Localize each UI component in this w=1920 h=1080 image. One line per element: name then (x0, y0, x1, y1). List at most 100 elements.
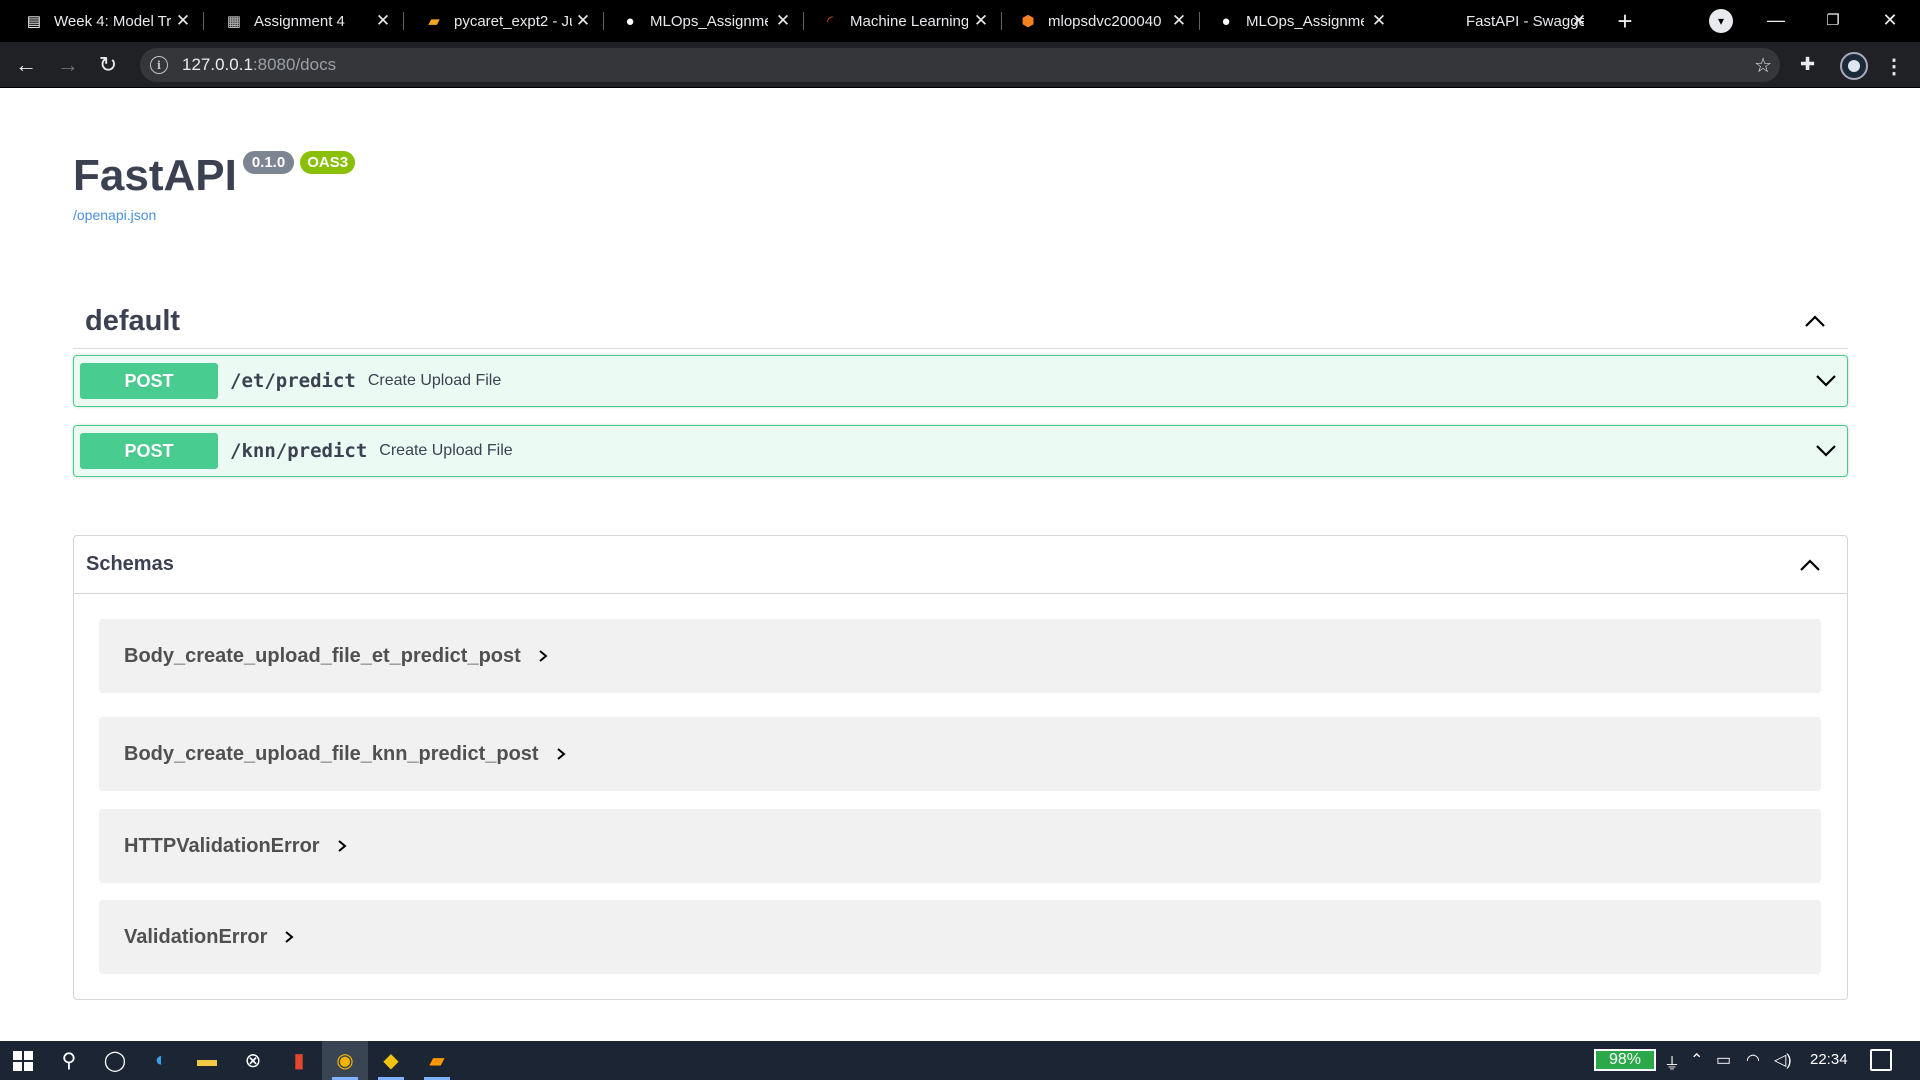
chevron-up-icon[interactable] (1802, 308, 1828, 334)
site-info-icon[interactable]: i (150, 56, 168, 74)
battery-indicator[interactable]: 98% (1594, 1049, 1656, 1071)
browser-tab[interactable]: ◜ Machine Learning ✕ (804, 0, 1002, 42)
browser-tab[interactable]: ⬢ mlopsdvc200040 ✕ (1002, 0, 1200, 42)
oas-badge: OAS3 (300, 151, 356, 174)
api-title: FastAPI (73, 151, 237, 200)
method-badge: POST (80, 433, 218, 469)
chevron-right-icon[interactable] (535, 648, 551, 664)
new-tab-button[interactable]: + (1610, 6, 1640, 36)
loading-icon: ◜ (827, 13, 833, 30)
windows-taskbar: ⚲ ◯ ◐ ▬ ⊗ ▮ ◉ ◆ ▰ 98% ⏚ ⌃ ▭ ◠ ◁) 22:34 (0, 1041, 1920, 1080)
chevron-up-icon[interactable] (1797, 552, 1823, 578)
notification-center-icon[interactable] (1870, 1049, 1892, 1071)
tab-title: MLOps_Assignme (650, 12, 768, 30)
browser-tab[interactable]: ● MLOps_Assignme ✕ (1200, 0, 1400, 42)
tag-header[interactable]: default (73, 294, 1848, 349)
api-info: FastAPI 0.1.0 OAS3 /openapi.json (73, 149, 356, 223)
browser-toolbar: ← → ↻ i 127.0.0.1 :8080/docs ☆ ✚ ⋮ (0, 42, 1920, 88)
bookmark-star-icon[interactable]: ☆ (1754, 53, 1772, 78)
edge-icon[interactable]: ◐ (138, 1041, 184, 1080)
back-arrow-icon[interactable]: ← (10, 49, 42, 81)
office-icon[interactable]: ▮ (276, 1041, 322, 1080)
plug-icon: ⏚ (1664, 1056, 1681, 1073)
operation-summary: Create Upload File (379, 442, 513, 459)
operation-path: /et/predict (230, 370, 356, 392)
close-tab-icon[interactable]: ✕ (1568, 10, 1590, 32)
search-icon[interactable]: ⚲ (46, 1041, 92, 1080)
browser-tab[interactable]: ● MLOps_Assignme ✕ (604, 0, 804, 42)
url-path: :8080/docs (252, 55, 337, 74)
github-icon: ● (1221, 12, 1231, 30)
method-badge: POST (80, 363, 218, 399)
schema-model-name: ValidationError (124, 925, 268, 948)
browser-tab[interactable]: ▦ Assignment 4 ✕ (204, 0, 404, 42)
browser-tab[interactable]: ▰ pycaret_expt2 - Ju ✕ (404, 0, 604, 42)
close-tab-icon[interactable]: ✕ (970, 10, 992, 32)
chevron-right-icon[interactable] (334, 838, 350, 854)
tag-name: default (85, 304, 181, 337)
cortana-icon[interactable]: ◯ (92, 1041, 138, 1080)
address-bar[interactable]: i 127.0.0.1 :8080/docs ☆ (140, 48, 1780, 82)
volume-icon[interactable]: ◁) (1774, 1050, 1792, 1070)
api-title-row: FastAPI 0.1.0 OAS3 (73, 149, 356, 203)
tag-section-default: default POST /et/predict Create Upload F… (73, 294, 1848, 477)
restore-icon[interactable]: ❐ (1815, 4, 1851, 36)
schema-model[interactable]: HTTPValidationError (99, 809, 1821, 883)
browser-tab[interactable]: ▤ Week 4: Model Tr ✕ (0, 0, 204, 42)
tab-search-icon[interactable]: ▾ (1709, 9, 1733, 33)
clock[interactable]: 22:34 (1810, 1051, 1848, 1068)
operation-post-et-predict[interactable]: POST /et/predict Create Upload File (73, 355, 1848, 407)
close-tab-icon[interactable]: ✕ (172, 10, 194, 32)
wifi-icon[interactable]: ◠ (1746, 1050, 1760, 1070)
reload-icon[interactable]: ↻ (92, 49, 124, 81)
tab-title: FastAPI - Swagge (1466, 12, 1584, 30)
git-icon[interactable]: ◆ (368, 1041, 414, 1080)
close-tab-icon[interactable]: ✕ (372, 10, 394, 32)
close-tab-icon[interactable]: ✕ (1368, 10, 1390, 32)
windows-start-icon[interactable] (0, 1041, 46, 1080)
close-tab-icon[interactable]: ✕ (572, 10, 594, 32)
tab-favicon-placeholder (1436, 11, 1456, 31)
close-tab-icon[interactable]: ✕ (1168, 10, 1190, 32)
browser-menu-icon[interactable]: ⋮ (1884, 54, 1904, 78)
schema-model[interactable]: Body_create_upload_file_et_predict_post (99, 619, 1821, 693)
tab-title: Week 4: Model Tr (54, 12, 172, 30)
chevron-down-icon[interactable] (1813, 438, 1839, 464)
profile-avatar[interactable] (1840, 52, 1868, 80)
document-icon: ▤ (26, 13, 42, 30)
chevron-down-icon[interactable] (1813, 368, 1839, 394)
chevron-right-icon[interactable] (281, 929, 297, 945)
tab-title: Assignment 4 (254, 12, 345, 30)
chrome-icon[interactable]: ◉ (322, 1041, 368, 1080)
chevron-right-icon[interactable] (553, 746, 569, 762)
schema-model[interactable]: Body_create_upload_file_knn_predict_post (99, 717, 1821, 791)
minimize-icon[interactable]: — (1758, 4, 1794, 36)
swagger-ui-page: FastAPI 0.1.0 OAS3 /openapi.json default… (0, 89, 1920, 1041)
schemas-title: Schemas (86, 553, 174, 575)
schemas-section: Schemas Body_create_upload_file_et_predi… (73, 535, 1848, 1000)
sublime-text-icon[interactable]: ▰ (414, 1041, 460, 1080)
forward-arrow-icon[interactable]: → (52, 49, 84, 81)
battery-icon[interactable]: ▭ (1716, 1050, 1731, 1070)
assignment-icon: ▦ (226, 13, 242, 30)
schema-model[interactable]: ValidationError (99, 900, 1821, 974)
cube-icon: ⬢ (1021, 13, 1035, 30)
tab-title: MLOps_Assignme (1246, 12, 1364, 30)
extensions-puzzle-icon[interactable]: ✚ (1800, 54, 1822, 76)
operation-post-knn-predict[interactable]: POST /knn/predict Create Upload File (73, 425, 1848, 477)
browser-tab-active[interactable]: FastAPI - Swagge ✕ (1400, 0, 1600, 42)
schema-model-name: Body_create_upload_file_knn_predict_post (124, 742, 539, 765)
tray-expand-icon[interactable]: ⌃ (1690, 1050, 1703, 1070)
close-tab-icon[interactable]: ✕ (772, 10, 794, 32)
github-icon: ● (625, 12, 635, 30)
xbox-icon[interactable]: ⊗ (230, 1041, 276, 1080)
operation-path: /knn/predict (230, 440, 368, 462)
openapi-json-link[interactable]: /openapi.json (73, 207, 355, 223)
schemas-header[interactable]: Schemas (74, 536, 1847, 594)
url-host: 127.0.0.1 (182, 55, 253, 74)
window-close-icon[interactable]: ✕ (1872, 4, 1908, 36)
version-badge: 0.1.0 (242, 151, 295, 174)
notebook-icon: ▰ (428, 13, 440, 30)
file-explorer-icon[interactable]: ▬ (184, 1041, 230, 1080)
tab-title: pycaret_expt2 - Ju (454, 12, 572, 30)
